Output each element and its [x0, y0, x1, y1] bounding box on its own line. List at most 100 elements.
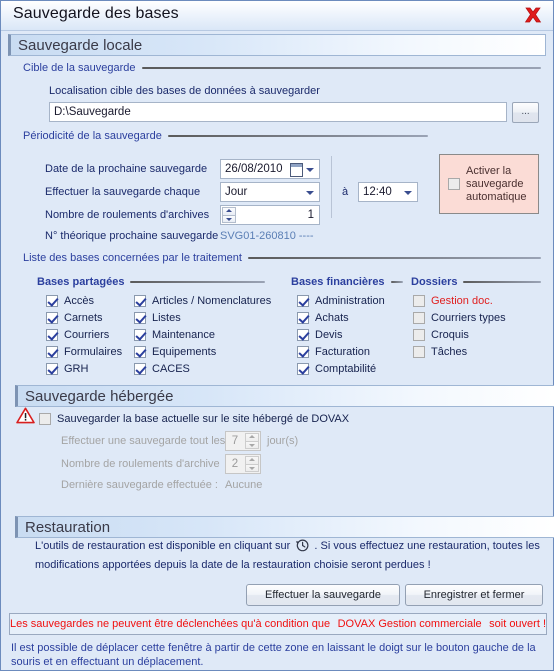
target-path-label: Localisation cible des bases de données … — [49, 85, 320, 97]
database-checkbox[interactable] — [297, 294, 309, 307]
database-checkbox-row[interactable]: Courriers — [46, 326, 136, 343]
hosted-days-label: jour(s) — [267, 435, 299, 447]
database-checkbox[interactable] — [46, 345, 58, 358]
database-checkbox-row[interactable]: Achats — [297, 309, 407, 326]
database-checkbox-row[interactable]: CACES — [134, 360, 279, 377]
database-checkbox-label: GRH — [64, 362, 89, 375]
database-checkbox-row[interactable]: Gestion doc. — [413, 292, 533, 309]
database-checkbox-row[interactable]: Facturation — [297, 343, 407, 360]
database-checkbox-label: Gestion doc. — [431, 294, 493, 307]
divider-line — [463, 281, 541, 283]
database-checkbox-label: Formulaires — [64, 345, 123, 358]
database-checkbox[interactable] — [134, 311, 146, 324]
database-checkbox-label: Carnets — [64, 311, 103, 324]
auto-backup-label: Activer la sauvegarde automatique — [466, 165, 527, 204]
database-checkbox[interactable] — [413, 311, 425, 324]
hosted-every-spinner[interactable]: 7 — [225, 431, 261, 451]
periodicity-group: Périodicité de la sauvegarde — [23, 130, 428, 142]
database-checkbox-row[interactable]: Articles / Nomenclatures — [134, 292, 279, 309]
database-checkbox-label: Equipements — [152, 345, 217, 358]
backup-dialog-window: Sauvegarde des bases Sauvegarde locale C… — [0, 0, 554, 671]
database-checkbox-row[interactable]: Equipements — [134, 343, 279, 360]
database-checkbox-label: Listes — [152, 311, 181, 324]
database-checkbox[interactable] — [134, 294, 146, 307]
save-and-close-button[interactable]: Enregistrer et fermer — [405, 584, 543, 606]
database-checkbox[interactable] — [46, 362, 58, 375]
divider-line — [141, 67, 541, 69]
perform-backup-button[interactable]: Effectuer la sauvegarde — [246, 584, 400, 606]
database-checkbox[interactable] — [413, 328, 425, 341]
col-shared-title-wrap: Bases partagées — [37, 276, 265, 288]
vertical-divider — [331, 156, 332, 218]
database-checkbox-row[interactable]: Courriers types — [413, 309, 533, 326]
auto-backup-panel[interactable]: Activer la sauvegarde automatique — [439, 154, 539, 214]
chevron-down-icon — [306, 168, 314, 172]
next-date-value: 26/08/2010 — [225, 163, 283, 175]
restore-clock-icon[interactable] — [295, 538, 309, 557]
database-checkbox-row[interactable]: Formulaires — [46, 343, 136, 360]
database-checkbox-label: Devis — [315, 328, 343, 341]
restore-text-before: L'outils de restauration est disponible … — [35, 540, 291, 552]
archive-rolls-spinner[interactable]: 1 — [220, 205, 320, 225]
database-checkbox-label: CACES — [152, 362, 190, 375]
database-checkbox-row[interactable]: GRH — [46, 360, 136, 377]
hosted-enable-label: Sauvegarder la base actuelle sur le site… — [57, 412, 350, 425]
database-checkbox-row[interactable]: Devis — [297, 326, 407, 343]
database-checkbox[interactable] — [134, 328, 146, 341]
hosted-enable-checkbox[interactable] — [39, 412, 51, 425]
database-checkbox[interactable] — [413, 294, 425, 307]
hosted-last-label: Dernière sauvegarde effectuée : — [61, 479, 218, 491]
spinner-buttons[interactable] — [245, 433, 259, 449]
target-path-input[interactable] — [49, 102, 507, 122]
at-label: à — [342, 186, 349, 198]
database-checkbox[interactable] — [413, 345, 425, 358]
frequency-value: Jour — [225, 186, 248, 198]
move-hint-line2: et en effectuant un déplacement. — [43, 656, 204, 668]
database-checkbox-label: Articles / Nomenclatures — [152, 294, 272, 307]
database-checkbox[interactable] — [297, 328, 309, 341]
hosted-last-value: Aucune — [225, 479, 263, 491]
databases-group-label: Liste des bases concernées par le traite… — [23, 252, 242, 264]
database-checkbox[interactable] — [297, 345, 309, 358]
database-checkbox-label: Courriers types — [431, 311, 506, 324]
database-checkbox-row[interactable]: Administration — [297, 292, 407, 309]
database-checkbox[interactable] — [297, 311, 309, 324]
time-combo[interactable]: 12:40 — [358, 182, 418, 202]
database-checkbox-row[interactable]: Accès — [46, 292, 136, 309]
auto-backup-checkbox[interactable] — [448, 178, 460, 190]
col-folders-title: Dossiers — [411, 276, 541, 288]
hosted-enable-row[interactable]: Sauvegarder la base actuelle sur le site… — [39, 410, 349, 427]
browse-button[interactable]: ... — [512, 102, 539, 123]
database-checkbox-label: Croquis — [431, 328, 469, 341]
divider-line — [167, 135, 428, 137]
section-local-backup: Sauvegarde locale — [8, 34, 546, 56]
chevron-down-icon — [306, 191, 314, 195]
checkbox-column-shared-2: Articles / Nomenclatures Listes Maintenanc… — [134, 292, 279, 377]
database-checkbox-label: Courriers — [64, 328, 110, 341]
database-checkbox[interactable] — [297, 362, 309, 375]
close-icon[interactable] — [522, 5, 544, 26]
section-local-title: Sauvegarde locale — [18, 37, 143, 54]
divider-line — [390, 281, 403, 283]
frequency-combo[interactable]: Jour — [220, 182, 320, 202]
database-checkbox[interactable] — [134, 345, 146, 358]
database-checkbox[interactable] — [46, 294, 58, 307]
database-checkbox-row[interactable]: Carnets — [46, 309, 136, 326]
database-checkbox-row[interactable]: Listes — [134, 309, 279, 326]
database-checkbox[interactable] — [134, 362, 146, 375]
spinner-buttons[interactable] — [245, 456, 259, 472]
restore-description: L'outils de restauration est disponible … — [35, 538, 541, 573]
next-date-combo[interactable]: 26/08/2010 — [220, 159, 320, 179]
database-checkbox[interactable] — [46, 328, 58, 341]
database-checkbox-row[interactable]: Tâches — [413, 343, 533, 360]
database-checkbox-row[interactable]: Comptabilité — [297, 360, 407, 377]
database-checkbox-row[interactable]: Maintenance — [134, 326, 279, 343]
title-bar[interactable]: Sauvegarde des bases — [1, 1, 553, 31]
database-checkbox[interactable] — [46, 311, 58, 324]
spinner-buttons[interactable] — [222, 207, 236, 223]
checkbox-column-folders: Gestion doc. Courriers types Croquis Tâches — [413, 292, 533, 360]
database-checkbox-label: Facturation — [315, 345, 371, 358]
page-title: Sauvegarde des bases — [13, 5, 179, 22]
hosted-rolls-spinner[interactable]: 2 — [225, 454, 261, 474]
database-checkbox-row[interactable]: Croquis — [413, 326, 533, 343]
